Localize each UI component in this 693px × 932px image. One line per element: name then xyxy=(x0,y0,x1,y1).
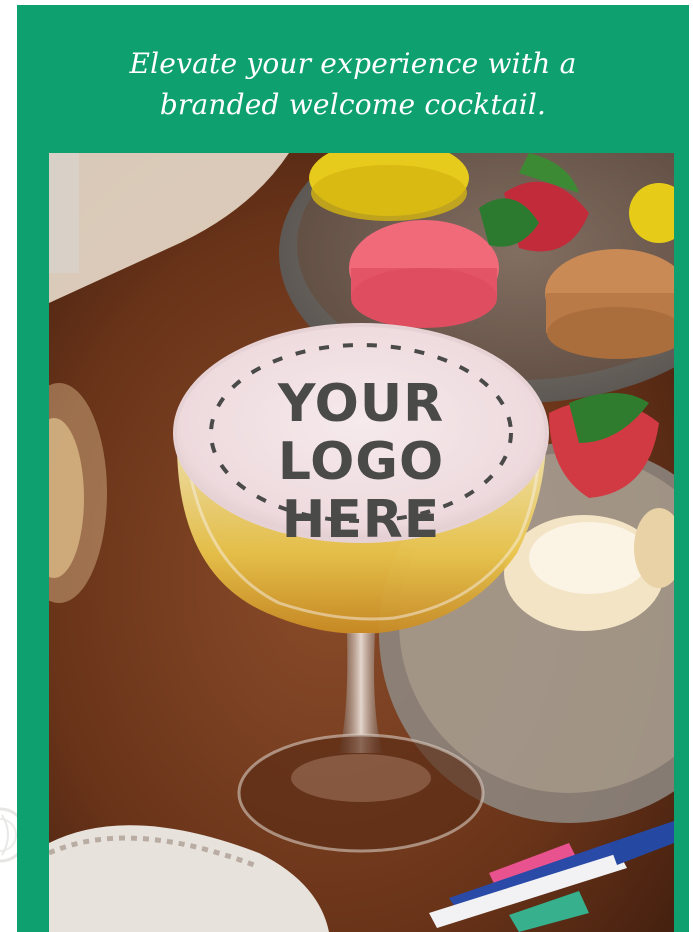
headline-line-1: Elevate your experience with a xyxy=(129,47,577,80)
promo-headline: Elevate your experience with a branded w… xyxy=(17,43,689,125)
headline-line-2: branded welcome cocktail. xyxy=(159,88,547,121)
logo-line-2: LOGO xyxy=(278,432,444,492)
cocktail-scene: YOUR LOGO HERE xyxy=(49,153,674,932)
promo-panel: Elevate your experience with a branded w… xyxy=(17,5,689,932)
logo-line-3: HERE xyxy=(282,490,441,550)
page: Elevate your experience with a branded w… xyxy=(0,0,693,932)
glass-edge-left xyxy=(49,153,79,273)
cocktail-photo: YOUR LOGO HERE xyxy=(49,153,674,932)
logo-line-1: YOUR xyxy=(277,374,444,434)
